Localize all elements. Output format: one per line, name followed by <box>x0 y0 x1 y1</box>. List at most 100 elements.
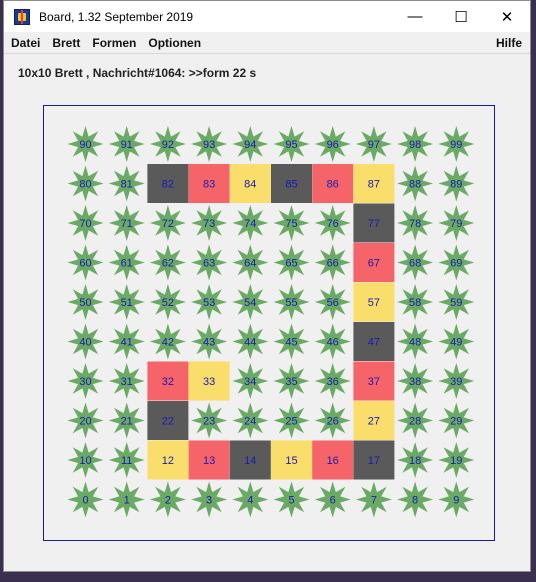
board-cell-70[interactable]: 70 <box>67 205 104 241</box>
board-cell-27[interactable]: 27 <box>353 401 395 440</box>
board-cell-53[interactable]: 53 <box>191 284 228 320</box>
board-cell-95[interactable]: 95 <box>273 126 310 162</box>
board-cell-13[interactable]: 13 <box>188 440 230 480</box>
board-cell-63[interactable]: 63 <box>191 244 228 281</box>
board-cell-42[interactable]: 42 <box>149 323 186 360</box>
board-cell-96[interactable]: 96 <box>314 126 351 162</box>
board-cell-67[interactable]: 67 <box>353 243 395 282</box>
board-cell-5[interactable]: 5 <box>273 481 310 518</box>
board-cell-12[interactable]: 12 <box>147 440 189 480</box>
board-cell-32[interactable]: 32 <box>147 361 189 401</box>
board-cell-14[interactable]: 14 <box>229 440 271 480</box>
board-cell-68[interactable]: 68 <box>397 244 434 281</box>
board-cell-10[interactable]: 10 <box>67 442 104 478</box>
board-cell-93[interactable]: 93 <box>191 126 228 162</box>
board-cell-91[interactable]: 91 <box>108 126 145 162</box>
board-cell-6[interactable]: 6 <box>314 481 351 518</box>
board-cell-73[interactable]: 73 <box>191 205 228 241</box>
board-cell-80[interactable]: 80 <box>67 165 104 202</box>
board-cell-7[interactable]: 7 <box>355 481 392 518</box>
board-cell-43[interactable]: 43 <box>191 323 228 360</box>
board-cell-29[interactable]: 29 <box>438 402 475 439</box>
board-cell-59[interactable]: 59 <box>438 284 475 320</box>
board-cell-38[interactable]: 38 <box>397 363 434 399</box>
board-cell-87[interactable]: 87 <box>353 164 395 203</box>
board-cell-74[interactable]: 74 <box>232 205 269 241</box>
board-cell-28[interactable]: 28 <box>397 402 434 439</box>
board-cell-98[interactable]: 98 <box>397 126 434 162</box>
board-cell-55[interactable]: 55 <box>273 284 310 320</box>
board-cell-39[interactable]: 39 <box>438 363 475 399</box>
board-cell-58[interactable]: 58 <box>397 284 434 320</box>
board-cell-3[interactable]: 3 <box>191 481 228 518</box>
board-cell-40[interactable]: 40 <box>67 323 104 360</box>
board-cell-33[interactable]: 33 <box>188 361 230 401</box>
board-cell-97[interactable]: 97 <box>355 126 392 162</box>
board-cell-82[interactable]: 82 <box>147 164 189 203</box>
board-cell-52[interactable]: 52 <box>149 284 186 320</box>
board-cell-71[interactable]: 71 <box>108 205 145 241</box>
board-cell-56[interactable]: 56 <box>314 284 351 320</box>
board-cell-25[interactable]: 25 <box>273 402 310 439</box>
board-cell-20[interactable]: 20 <box>67 402 104 439</box>
board-cell-31[interactable]: 31 <box>108 363 145 399</box>
board-cell-2[interactable]: 2 <box>149 481 186 518</box>
board-cell-83[interactable]: 83 <box>188 164 230 203</box>
board-cell-99[interactable]: 99 <box>438 126 475 162</box>
board-cell-22[interactable]: 22 <box>147 401 189 440</box>
board-cell-76[interactable]: 76 <box>314 205 351 241</box>
board-cell-18[interactable]: 18 <box>397 442 434 478</box>
board-cell-66[interactable]: 66 <box>314 244 351 281</box>
board-cell-88[interactable]: 88 <box>397 165 434 202</box>
board-cell-19[interactable]: 19 <box>438 442 475 478</box>
board-cell-46[interactable]: 46 <box>314 323 351 360</box>
board-cell-44[interactable]: 44 <box>232 323 269 360</box>
board-cell-78[interactable]: 78 <box>397 205 434 241</box>
board-cell-23[interactable]: 23 <box>191 402 228 439</box>
board-cell-81[interactable]: 81 <box>108 165 145 202</box>
board-cell-34[interactable]: 34 <box>232 363 269 399</box>
board-cell-24[interactable]: 24 <box>232 402 269 439</box>
board-cell-4[interactable]: 4 <box>232 481 269 518</box>
board-cell-92[interactable]: 92 <box>149 126 186 162</box>
board-cell-49[interactable]: 49 <box>438 323 475 360</box>
board-cell-65[interactable]: 65 <box>273 244 310 281</box>
board-cell-9[interactable]: 9 <box>438 481 475 518</box>
board-cell-86[interactable]: 86 <box>312 164 354 203</box>
board-cell-11[interactable]: 11 <box>108 442 145 478</box>
board-cell-75[interactable]: 75 <box>273 205 310 241</box>
board-cell-54[interactable]: 54 <box>232 284 269 320</box>
board-cell-0[interactable]: 0 <box>67 481 104 518</box>
board-cell-90[interactable]: 90 <box>67 126 104 162</box>
board-cell-16[interactable]: 16 <box>312 440 354 480</box>
board-cell-47[interactable]: 47 <box>353 322 395 361</box>
board-cell-48[interactable]: 48 <box>397 323 434 360</box>
board-cell-72[interactable]: 72 <box>149 205 186 241</box>
board-cell-17[interactable]: 17 <box>353 440 395 480</box>
board-cell-69[interactable]: 69 <box>438 244 475 281</box>
board-cell-8[interactable]: 8 <box>397 481 434 518</box>
board-cell-15[interactable]: 15 <box>271 440 312 480</box>
board-cell-61[interactable]: 61 <box>108 244 145 281</box>
board-cell-77[interactable]: 77 <box>353 203 395 243</box>
board-cell-26[interactable]: 26 <box>314 402 351 439</box>
board-cell-79[interactable]: 79 <box>438 205 475 241</box>
board-cell-30[interactable]: 30 <box>67 363 104 399</box>
board-cell-36[interactable]: 36 <box>314 363 351 399</box>
board-cell-84[interactable]: 84 <box>229 164 271 203</box>
board-cell-41[interactable]: 41 <box>108 323 145 360</box>
board-cell-64[interactable]: 64 <box>232 244 269 281</box>
board-cell-45[interactable]: 45 <box>273 323 310 360</box>
board-cell-50[interactable]: 50 <box>67 284 104 320</box>
board-cell-57[interactable]: 57 <box>353 282 395 322</box>
board-cell-85[interactable]: 85 <box>271 164 312 203</box>
board-cell-94[interactable]: 94 <box>232 126 269 162</box>
board-cell-37[interactable]: 37 <box>353 361 395 401</box>
board-cell-51[interactable]: 51 <box>108 284 145 320</box>
board-cell-35[interactable]: 35 <box>273 363 310 399</box>
board-cell-60[interactable]: 60 <box>67 244 104 281</box>
board-cell-89[interactable]: 89 <box>438 165 475 202</box>
game-board[interactable]: 90 91 92 93 94 95 96 97 98 9980 81 82 83 84 85 86 87 88 89… <box>4 1 532 573</box>
board-cell-21[interactable]: 21 <box>108 402 145 439</box>
board-cell-62[interactable]: 62 <box>149 244 186 281</box>
